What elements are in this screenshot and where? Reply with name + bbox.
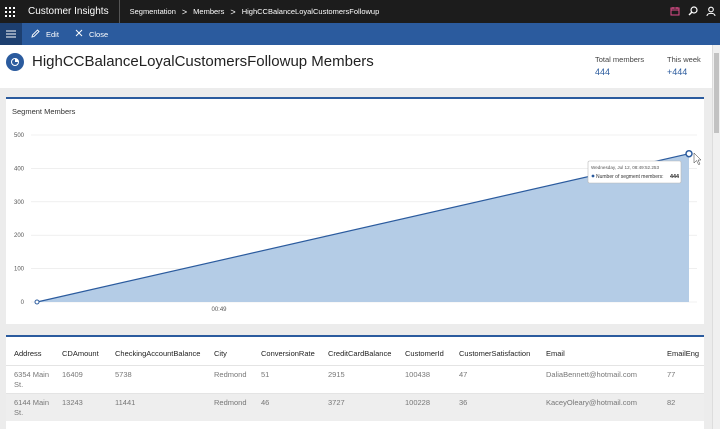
edit-button[interactable]: Edit bbox=[31, 28, 59, 40]
tooltip-series: Number of segment members: bbox=[596, 174, 664, 180]
scrollbar-thumb[interactable] bbox=[714, 53, 719, 133]
breadcrumb: Segmentation > Members > HighCCBalanceLo… bbox=[120, 7, 380, 17]
calendar-icon[interactable] bbox=[670, 3, 680, 21]
column-header[interactable]: Address bbox=[14, 349, 42, 358]
y-tick-label: 400 bbox=[14, 166, 25, 172]
data-point bbox=[685, 149, 693, 158]
pencil-icon bbox=[31, 28, 40, 40]
y-tick-label: 500 bbox=[14, 133, 25, 139]
table-cell: 100438 bbox=[405, 370, 431, 379]
app-launcher-icon[interactable] bbox=[0, 0, 20, 23]
table-cell: 2915 bbox=[328, 370, 345, 379]
breadcrumb-segmentation[interactable]: Segmentation bbox=[130, 7, 176, 16]
y-tick-label: 300 bbox=[14, 200, 25, 206]
stat-label: Total members bbox=[595, 55, 645, 64]
table-cell: 82 bbox=[667, 398, 676, 407]
page-scrollbar[interactable] bbox=[712, 45, 720, 429]
app-title[interactable]: Customer Insights bbox=[20, 0, 120, 23]
hamburger-menu-icon[interactable] bbox=[0, 23, 22, 45]
breadcrumb-separator: > bbox=[181, 6, 188, 17]
table-cell: DaliaBennett@hotmail.com bbox=[546, 370, 637, 379]
column-header[interactable]: City bbox=[214, 349, 227, 358]
column-header[interactable]: CustomerSatisfaction bbox=[459, 349, 530, 358]
segment-members-chart-card: 0 100 200 300 400 500 00:49 Wednesday, Jul 12, … bbox=[6, 97, 704, 324]
top-bar: Customer Insights Segmentation > Members… bbox=[0, 0, 720, 23]
chart-card-title: Segment Members bbox=[12, 107, 76, 116]
y-tick-label: 0 bbox=[21, 300, 25, 306]
table-cell: KaceyOleary@hotmail.com bbox=[546, 398, 637, 407]
search-icon[interactable] bbox=[688, 3, 698, 21]
table-cell: 77 bbox=[667, 370, 676, 379]
table-cell: 16409 bbox=[62, 370, 83, 379]
x-tick-label: 00:49 bbox=[211, 307, 227, 313]
table-cell: 3727 bbox=[328, 398, 345, 407]
page-title: HighCCBalanceLoyalCustomersFollowup Memb… bbox=[32, 53, 374, 70]
column-header[interactable]: CustomerId bbox=[405, 349, 444, 358]
breadcrumb-segment[interactable]: HighCCBalanceLoyalCustomersFollowup bbox=[242, 7, 380, 16]
stat-value: 444 bbox=[595, 67, 611, 77]
table-cell: Redmond bbox=[214, 398, 247, 407]
edit-label: Edit bbox=[46, 29, 59, 39]
column-header[interactable]: CreditCardBalance bbox=[328, 349, 391, 358]
data-point bbox=[34, 299, 40, 305]
breadcrumb-separator: > bbox=[230, 6, 236, 17]
table-cell: 51 bbox=[261, 370, 270, 379]
stat-label: This week bbox=[667, 55, 701, 64]
tooltip-timestamp: Wednesday, Jul 12, 08:49:52.253 bbox=[591, 165, 659, 170]
total-members-stat: Total members 444 bbox=[595, 55, 644, 77]
column-header[interactable]: Email bbox=[546, 349, 565, 358]
column-header[interactable]: CDAmount bbox=[62, 349, 99, 358]
table-cell: 6354 Main St. bbox=[14, 370, 50, 389]
table-cell: 6144 Main St. bbox=[14, 398, 50, 417]
tooltip-value: 444 bbox=[670, 174, 679, 180]
segment-members-chart: 0 100 200 300 400 500 00:49 Wednesday, Jul 12, … bbox=[14, 133, 702, 313]
members-table: Address CDAmount CheckingAccountBalance Cit… bbox=[6, 335, 704, 429]
table-cell: 5738 bbox=[115, 370, 132, 379]
close-button[interactable]: Close bbox=[75, 29, 108, 39]
table-cell: 100228 bbox=[405, 398, 431, 407]
table-cell: 46 bbox=[261, 398, 270, 407]
y-tick-label: 200 bbox=[14, 233, 25, 239]
this-week-stat: This week +444 bbox=[667, 55, 701, 77]
user-icon[interactable] bbox=[706, 3, 716, 21]
table-cell: Redmond bbox=[214, 370, 247, 379]
breadcrumb-members[interactable]: Members bbox=[193, 7, 224, 16]
legend-marker bbox=[591, 174, 595, 178]
table-cell: 11441 bbox=[115, 398, 136, 407]
close-icon bbox=[75, 29, 83, 39]
column-header[interactable]: ConversionRate bbox=[261, 349, 315, 358]
page-header: HighCCBalanceLoyalCustomersFollowup Memb… bbox=[0, 45, 712, 88]
table-cell: 47 bbox=[459, 370, 468, 379]
command-bar: Edit Close bbox=[0, 23, 720, 45]
segment-icon bbox=[6, 53, 24, 71]
mouse-cursor-icon bbox=[693, 152, 702, 165]
column-header[interactable]: CheckingAccountBalance bbox=[115, 349, 200, 358]
column-header[interactable]: EmailEng bbox=[667, 349, 699, 358]
stat-value: +444 bbox=[667, 67, 688, 77]
close-label: Close bbox=[88, 29, 109, 39]
table-cell: 13243 bbox=[62, 398, 83, 407]
y-tick-label: 100 bbox=[14, 267, 25, 273]
table-cell: 36 bbox=[459, 398, 468, 407]
